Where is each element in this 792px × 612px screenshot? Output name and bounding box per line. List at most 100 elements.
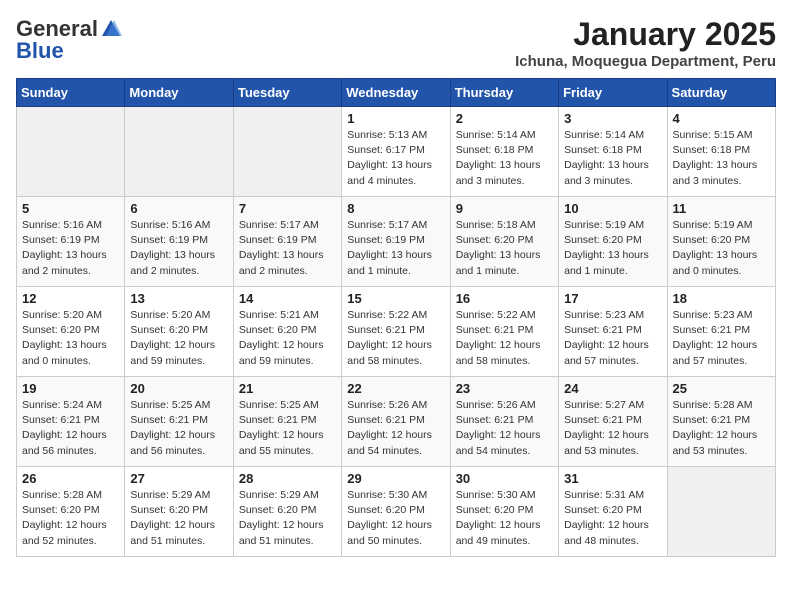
day-info: Sunrise: 5:28 AM Sunset: 6:20 PM Dayligh… <box>22 488 119 549</box>
calendar-day-cell: 20 Sunrise: 5:25 AM Sunset: 6:21 PM Dayli… <box>125 377 233 467</box>
day-info: Sunrise: 5:14 AM Sunset: 6:18 PM Dayligh… <box>456 128 553 189</box>
day-number: 21 <box>239 381 336 396</box>
location-title: Ichuna, Moquegua Department, Peru <box>515 53 776 70</box>
calendar-day-cell: 30 Sunrise: 5:30 AM Sunset: 6:20 PM Dayli… <box>450 467 558 557</box>
day-number: 18 <box>673 291 770 306</box>
calendar-day-cell: 8 Sunrise: 5:17 AM Sunset: 6:19 PM Daylig… <box>342 197 450 287</box>
day-info: Sunrise: 5:23 AM Sunset: 6:21 PM Dayligh… <box>564 308 661 369</box>
calendar-day-cell: 3Sunrise: 5:14 AM Sunset: 6:18 PM Daylig… <box>559 107 667 197</box>
calendar-day-cell: 11 Sunrise: 5:19 AM Sunset: 6:20 PM Dayli… <box>667 197 775 287</box>
calendar-day-cell: 2 Sunrise: 5:14 AM Sunset: 6:18 PM Daylig… <box>450 107 558 197</box>
calendar-day-cell: 23Sunrise: 5:26 AM Sunset: 6:21 PM Dayli… <box>450 377 558 467</box>
calendar-day-cell: 18 Sunrise: 5:23 AM Sunset: 6:21 PM Dayli… <box>667 287 775 377</box>
day-info: Sunrise: 5:23 AM Sunset: 6:21 PM Dayligh… <box>673 308 770 369</box>
day-info: Sunrise: 5:19 AM Sunset: 6:20 PM Dayligh… <box>564 218 661 279</box>
day-info: Sunrise: 5:14 AM Sunset: 6:18 PM Dayligh… <box>564 128 661 189</box>
day-info: Sunrise: 5:25 AM Sunset: 6:21 PM Dayligh… <box>239 398 336 459</box>
weekday-header-cell: Saturday <box>667 79 775 107</box>
calendar-table: SundayMondayTuesdayWednesdayThursdayFrid… <box>16 78 776 557</box>
title-area: January 2025 Ichuna, Moquegua Department… <box>515 16 776 70</box>
calendar-week-row: 26 Sunrise: 5:28 AM Sunset: 6:20 PM Dayli… <box>17 467 776 557</box>
calendar-day-cell: 14 Sunrise: 5:21 AM Sunset: 6:20 PM Dayli… <box>233 287 341 377</box>
calendar-day-cell: 4 Sunrise: 5:15 AM Sunset: 6:18 PM Daylig… <box>667 107 775 197</box>
logo-blue: Blue <box>16 38 64 64</box>
day-number: 7 <box>239 201 336 216</box>
calendar-day-cell: 17Sunrise: 5:23 AM Sunset: 6:21 PM Dayli… <box>559 287 667 377</box>
day-number: 11 <box>673 201 770 216</box>
page-header: General Blue January 2025 Ichuna, Moqueg… <box>16 16 776 70</box>
day-number: 2 <box>456 111 553 126</box>
day-info: Sunrise: 5:24 AM Sunset: 6:21 PM Dayligh… <box>22 398 119 459</box>
day-info: Sunrise: 5:27 AM Sunset: 6:21 PM Dayligh… <box>564 398 661 459</box>
day-number: 5 <box>22 201 119 216</box>
calendar-week-row: 1Sunrise: 5:13 AM Sunset: 6:17 PM Daylig… <box>17 107 776 197</box>
day-info: Sunrise: 5:26 AM Sunset: 6:21 PM Dayligh… <box>347 398 444 459</box>
day-info: Sunrise: 5:29 AM Sunset: 6:20 PM Dayligh… <box>239 488 336 549</box>
calendar-day-cell <box>233 107 341 197</box>
calendar-week-row: 5 Sunrise: 5:16 AM Sunset: 6:19 PM Daylig… <box>17 197 776 287</box>
day-info: Sunrise: 5:17 AM Sunset: 6:19 PM Dayligh… <box>239 218 336 279</box>
day-number: 29 <box>347 471 444 486</box>
calendar-day-cell: 31 Sunrise: 5:31 AM Sunset: 6:20 PM Dayli… <box>559 467 667 557</box>
day-info: Sunrise: 5:19 AM Sunset: 6:20 PM Dayligh… <box>673 218 770 279</box>
day-info: Sunrise: 5:18 AM Sunset: 6:20 PM Dayligh… <box>456 218 553 279</box>
calendar-week-row: 12 Sunrise: 5:20 AM Sunset: 6:20 PM Dayli… <box>17 287 776 377</box>
day-info: Sunrise: 5:28 AM Sunset: 6:21 PM Dayligh… <box>673 398 770 459</box>
day-number: 15 <box>347 291 444 306</box>
day-number: 1 <box>347 111 444 126</box>
day-number: 22 <box>347 381 444 396</box>
day-number: 4 <box>673 111 770 126</box>
calendar-day-cell: 26 Sunrise: 5:28 AM Sunset: 6:20 PM Dayli… <box>17 467 125 557</box>
day-number: 6 <box>130 201 227 216</box>
day-info: Sunrise: 5:30 AM Sunset: 6:20 PM Dayligh… <box>456 488 553 549</box>
weekday-header-row: SundayMondayTuesdayWednesdayThursdayFrid… <box>17 79 776 107</box>
calendar-day-cell: 27 Sunrise: 5:29 AM Sunset: 6:20 PM Dayli… <box>125 467 233 557</box>
calendar-day-cell: 29Sunrise: 5:30 AM Sunset: 6:20 PM Dayli… <box>342 467 450 557</box>
day-number: 31 <box>564 471 661 486</box>
day-number: 12 <box>22 291 119 306</box>
day-info: Sunrise: 5:17 AM Sunset: 6:19 PM Dayligh… <box>347 218 444 279</box>
weekday-header-cell: Monday <box>125 79 233 107</box>
day-number: 20 <box>130 381 227 396</box>
day-info: Sunrise: 5:16 AM Sunset: 6:19 PM Dayligh… <box>22 218 119 279</box>
day-info: Sunrise: 5:31 AM Sunset: 6:20 PM Dayligh… <box>564 488 661 549</box>
logo: General Blue <box>16 16 122 64</box>
calendar-day-cell: 5 Sunrise: 5:16 AM Sunset: 6:19 PM Daylig… <box>17 197 125 287</box>
day-info: Sunrise: 5:22 AM Sunset: 6:21 PM Dayligh… <box>347 308 444 369</box>
weekday-header-cell: Friday <box>559 79 667 107</box>
day-number: 23 <box>456 381 553 396</box>
day-number: 27 <box>130 471 227 486</box>
calendar-day-cell: 15 Sunrise: 5:22 AM Sunset: 6:21 PM Dayli… <box>342 287 450 377</box>
day-number: 13 <box>130 291 227 306</box>
calendar-day-cell: 9 Sunrise: 5:18 AM Sunset: 6:20 PM Daylig… <box>450 197 558 287</box>
day-number: 30 <box>456 471 553 486</box>
day-info: Sunrise: 5:21 AM Sunset: 6:20 PM Dayligh… <box>239 308 336 369</box>
day-info: Sunrise: 5:15 AM Sunset: 6:18 PM Dayligh… <box>673 128 770 189</box>
calendar-day-cell: 21 Sunrise: 5:25 AM Sunset: 6:21 PM Dayli… <box>233 377 341 467</box>
calendar-day-cell: 13Sunrise: 5:20 AM Sunset: 6:20 PM Dayli… <box>125 287 233 377</box>
day-number: 26 <box>22 471 119 486</box>
calendar-day-cell <box>17 107 125 197</box>
calendar-day-cell: 16Sunrise: 5:22 AM Sunset: 6:21 PM Dayli… <box>450 287 558 377</box>
day-info: Sunrise: 5:20 AM Sunset: 6:20 PM Dayligh… <box>22 308 119 369</box>
month-title: January 2025 <box>515 16 776 53</box>
calendar-week-row: 19 Sunrise: 5:24 AM Sunset: 6:21 PM Dayli… <box>17 377 776 467</box>
weekday-header-cell: Thursday <box>450 79 558 107</box>
calendar-day-cell: 24Sunrise: 5:27 AM Sunset: 6:21 PM Dayli… <box>559 377 667 467</box>
calendar-day-cell: 12 Sunrise: 5:20 AM Sunset: 6:20 PM Dayli… <box>17 287 125 377</box>
day-info: Sunrise: 5:29 AM Sunset: 6:20 PM Dayligh… <box>130 488 227 549</box>
calendar-day-cell: 25Sunrise: 5:28 AM Sunset: 6:21 PM Dayli… <box>667 377 775 467</box>
day-number: 19 <box>22 381 119 396</box>
calendar-day-cell: 10Sunrise: 5:19 AM Sunset: 6:20 PM Dayli… <box>559 197 667 287</box>
weekday-header-cell: Tuesday <box>233 79 341 107</box>
weekday-header-cell: Sunday <box>17 79 125 107</box>
calendar-day-cell: 1Sunrise: 5:13 AM Sunset: 6:17 PM Daylig… <box>342 107 450 197</box>
day-number: 8 <box>347 201 444 216</box>
day-number: 9 <box>456 201 553 216</box>
day-info: Sunrise: 5:25 AM Sunset: 6:21 PM Dayligh… <box>130 398 227 459</box>
weekday-header-cell: Wednesday <box>342 79 450 107</box>
calendar-day-cell: 19 Sunrise: 5:24 AM Sunset: 6:21 PM Dayli… <box>17 377 125 467</box>
calendar-day-cell: 7 Sunrise: 5:17 AM Sunset: 6:19 PM Daylig… <box>233 197 341 287</box>
day-number: 14 <box>239 291 336 306</box>
calendar-day-cell: 6Sunrise: 5:16 AM Sunset: 6:19 PM Daylig… <box>125 197 233 287</box>
